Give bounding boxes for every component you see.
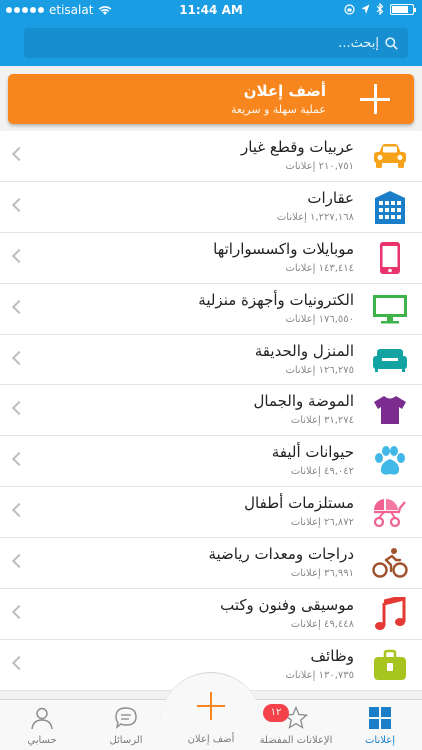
- building-icon: [372, 190, 408, 224]
- tshirt-icon: [372, 393, 408, 427]
- category-row-electronics[interactable]: الكترونيات وأجهزة منزلية ١٧٦,٥٥٠ إعلانات: [0, 283, 422, 335]
- monitor-icon: [372, 292, 408, 326]
- tab-ads[interactable]: إعلانات: [338, 700, 422, 750]
- tab-label: إعلانات: [365, 735, 395, 746]
- music-note-icon: [372, 597, 408, 631]
- search-icon: [385, 36, 398, 50]
- plus-icon: [197, 692, 225, 720]
- tab-messages[interactable]: الرسائل: [84, 700, 168, 750]
- add-ad-subtitle: عملية سهلة و سريعة: [231, 103, 326, 116]
- category-title: موبايلات واكسسواراتها: [213, 239, 354, 258]
- header: ...إبحث: [0, 20, 422, 66]
- grid-icon: [369, 707, 391, 729]
- category-title: حيوانات أليفة: [271, 443, 354, 462]
- category-title: الموضة والجمال: [253, 392, 354, 411]
- tab-account[interactable]: حسابي: [0, 700, 84, 750]
- category-count: ١٢٦,٢٧٥ إعلانات: [285, 364, 354, 376]
- briefcase-icon: [372, 648, 408, 682]
- chevron-left-icon: [11, 299, 27, 314]
- category-title: الكترونيات وأجهزة منزلية: [198, 290, 354, 309]
- category-count: ٢٦,٨٧٢ إعلانات: [290, 517, 354, 529]
- tab-label: حسابي: [27, 735, 57, 746]
- category-row-music-books[interactable]: موسيقى وفنون وكتب ٤٩,٤٤٨ إعلانات: [0, 589, 422, 640]
- category-count: ١٤٣,٤١٤ إعلانات: [285, 262, 354, 274]
- chevron-left-icon: [11, 146, 27, 162]
- search-placeholder: ...إبحث: [338, 35, 379, 51]
- category-title: عقارات: [307, 188, 354, 207]
- location-icon: [361, 4, 370, 14]
- add-ad-title: أضف إعلان: [243, 82, 326, 100]
- stroller-icon: [372, 495, 408, 529]
- chevron-left-icon: [11, 604, 27, 620]
- chat-bubble-icon: [115, 707, 137, 729]
- category-count: ٣٦,٩٩١ إعلانات: [290, 568, 354, 580]
- category-count: ٣١,٢٧٤ إعلانات: [290, 415, 354, 427]
- add-ad-button[interactable]: أضف إعلان عملية سهلة و سريعة: [8, 74, 414, 124]
- category-row-real-estate[interactable]: عقارات ١,٢٢٧,١٦٨ إعلانات: [0, 181, 422, 233]
- battery-icon: [390, 3, 416, 15]
- chevron-left-icon: [11, 248, 27, 263]
- tab-label: الإعلانات المفضلة: [259, 735, 333, 746]
- category-count: ٤٩,٠٤٢ إعلانات: [290, 466, 354, 478]
- category-list: عربيات وقطع غيار ٢١٠,٧٥١ إعلانات عقارات …: [0, 131, 422, 691]
- category-title: دراجات ومعدات رياضية: [208, 545, 354, 564]
- chevron-left-icon: [11, 554, 27, 569]
- category-row-vehicles[interactable]: عربيات وقطع غيار ٢١٠,٧٥١ إعلانات: [0, 131, 422, 182]
- favorites-badge: ١٢: [263, 704, 289, 722]
- category-row-mobiles[interactable]: موبايلات واكسسواراتها ١٤٣,٤١٤ إعلانات: [0, 232, 422, 284]
- category-count: ٢١٠,٧٥١ إعلانات: [285, 161, 354, 172]
- sofa-icon: [372, 343, 408, 377]
- category-title: المنزل والحديقة: [254, 341, 354, 360]
- paw-icon: [372, 444, 408, 478]
- category-count: ٤٩,٤٤٨ إعلانات: [290, 619, 354, 631]
- chevron-left-icon: [11, 655, 27, 670]
- category-row-kids[interactable]: مستلزمات أطفال ٢٦,٨٧٢ إعلانات: [0, 487, 422, 539]
- rotation-lock-icon: [344, 3, 355, 15]
- category-title: عربيات وقطع غيار: [240, 138, 354, 156]
- category-row-sports[interactable]: دراجات ومعدات رياضية ٣٦,٩٩١ إعلانات: [0, 538, 422, 590]
- category-row-fashion[interactable]: الموضة والجمال ٣١,٢٧٤ إعلانات: [0, 385, 422, 437]
- tab-label: الرسائل: [109, 735, 143, 746]
- mobile-phone-icon: [372, 241, 408, 275]
- plus-icon: [358, 82, 392, 116]
- cyclist-icon: [372, 546, 408, 580]
- car-icon: [372, 139, 408, 173]
- search-input[interactable]: ...إبحث: [24, 28, 408, 58]
- category-title: وظائف: [310, 646, 354, 665]
- chevron-left-icon: [11, 503, 27, 518]
- category-count: ١٧٦,٥٥٠ إعلانات: [285, 313, 354, 325]
- category-title: موسيقى وفنون وكتب: [220, 596, 354, 615]
- category-title: مستلزمات أطفال: [244, 494, 354, 513]
- user-icon: [31, 707, 53, 730]
- chevron-left-icon: [11, 452, 27, 467]
- category-row-pets[interactable]: حيوانات أليفة ٤٩,٠٤٢ إعلانات: [0, 436, 422, 488]
- status-bar: etisalat 11:44 AM: [0, 0, 422, 20]
- category-count: ١,٢٢٧,١٦٨ إعلانات: [276, 211, 354, 223]
- tab-label: أضف إعلان: [187, 734, 235, 745]
- bluetooth-icon: [376, 3, 384, 15]
- category-row-home-garden[interactable]: المنزل والحديقة ١٢٦,٢٧٥ إعلانات: [0, 334, 422, 386]
- chevron-left-icon: [11, 197, 27, 212]
- chevron-left-icon: [11, 350, 27, 365]
- category-count: ١٣٠,٧٣٥ إعلانات: [285, 669, 354, 681]
- chevron-left-icon: [11, 401, 27, 416]
